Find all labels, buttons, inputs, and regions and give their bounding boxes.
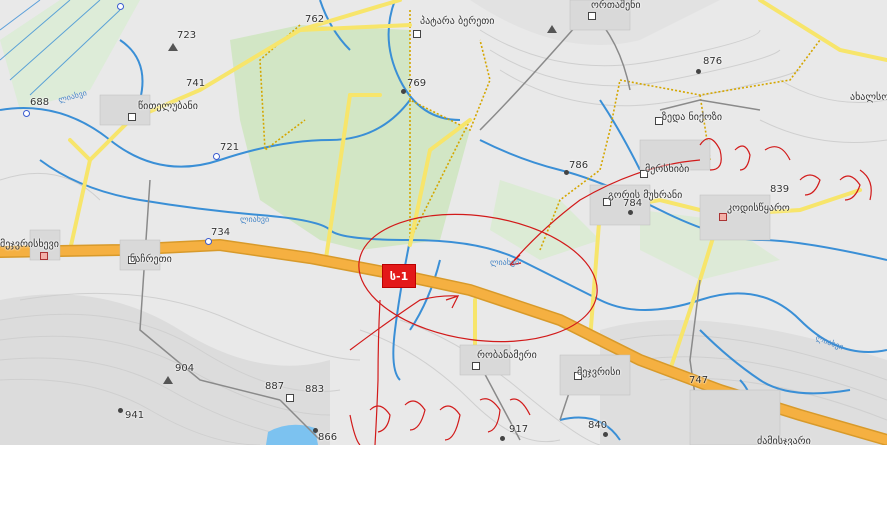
elevation-label: 883	[305, 384, 325, 395]
village-label: პატარა ბერეთი	[420, 16, 495, 27]
village-marker	[413, 30, 421, 38]
elevation-label: 839	[770, 184, 790, 195]
elevation-label: 917	[509, 424, 529, 435]
village-label: გორის მუხრანი	[608, 190, 683, 201]
elevation-label: 734	[211, 227, 231, 238]
elevation-label: 904	[175, 363, 195, 374]
point-marker	[500, 436, 505, 441]
village-label: მეჯვრისი	[577, 367, 621, 378]
village-label: ზედა ნიქოზი	[662, 112, 723, 123]
elevation-label: 741	[186, 78, 206, 89]
river-label: ლიახვი	[240, 215, 270, 224]
point-marker	[628, 210, 633, 215]
village-label: რობანამერი	[477, 350, 537, 361]
village-label: მეჯვრისხევი	[0, 239, 59, 250]
peak-icon	[547, 25, 557, 33]
elevation-label: 747	[689, 375, 709, 386]
village-label: ნაჩრეთი	[130, 254, 172, 265]
elevation-label: 840	[588, 420, 608, 431]
town-marker	[719, 213, 727, 221]
village-marker	[472, 362, 480, 370]
peak-icon	[163, 376, 173, 384]
village-marker	[128, 113, 136, 121]
town-marker	[40, 252, 48, 260]
point-marker	[696, 69, 701, 74]
point-marker	[564, 170, 569, 175]
elevation-label: 688	[30, 97, 50, 108]
point-marker	[603, 432, 608, 437]
elevation-label: 769	[407, 78, 427, 89]
elevation-label: 786	[569, 160, 589, 171]
point-marker	[205, 238, 212, 245]
village-label: ძამისჯვარი	[757, 436, 811, 445]
elevation-label: 721	[220, 142, 240, 153]
point-marker	[213, 153, 220, 160]
point-marker	[118, 408, 123, 413]
village-label: წითელუბანი	[138, 101, 198, 112]
elevation-label: 866	[318, 432, 338, 443]
peak-icon	[168, 43, 178, 51]
map-canvas	[0, 0, 887, 445]
elevation-label: 762	[305, 14, 325, 25]
river-label: ლიახვი	[490, 258, 520, 267]
map-area[interactable]: 723 741 762 769 688 721 734 786 876 784 …	[0, 0, 887, 445]
village-marker	[588, 12, 596, 20]
village-label: კოდისწყარო	[727, 203, 790, 214]
highway-shield-badge: ს-1	[382, 264, 416, 288]
point-marker	[117, 3, 124, 10]
point-marker	[401, 89, 406, 94]
point-marker	[23, 110, 30, 117]
elevation-label: 941	[125, 410, 145, 421]
elevation-label: 887	[265, 381, 285, 392]
point-marker	[313, 428, 318, 433]
elevation-label: 876	[703, 56, 723, 67]
village-label: მერსხიბი	[645, 164, 690, 175]
village-label: ახალსოფ	[850, 92, 887, 103]
elevation-label: 723	[177, 30, 197, 41]
village-label: ორთაშენი	[591, 0, 641, 11]
village-marker	[286, 394, 294, 402]
